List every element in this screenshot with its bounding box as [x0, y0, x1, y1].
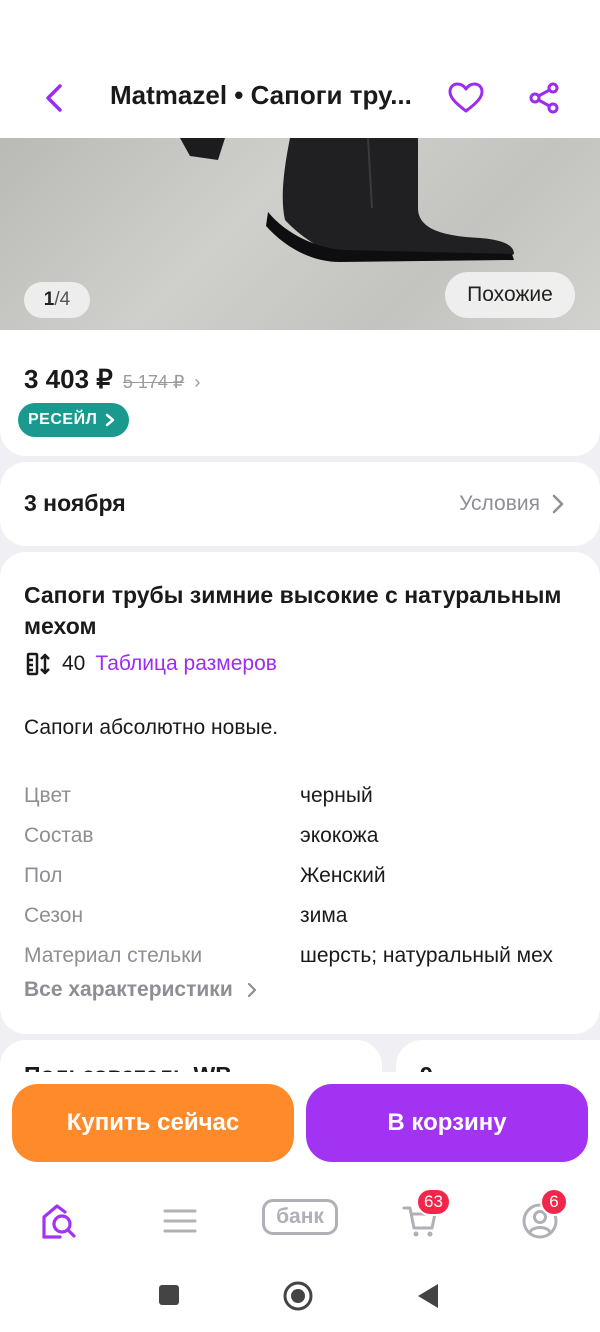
- delivery-terms-link[interactable]: Условия: [459, 492, 564, 516]
- delivery-terms-label: Условия: [459, 492, 540, 515]
- similar-button[interactable]: Похожие: [445, 272, 575, 318]
- page-title: Matmazel • Сапоги тру...: [110, 80, 412, 110]
- image-counter-total: 4: [59, 289, 71, 310]
- spec-row: Материал стельки шерсть; натуральный мех: [24, 936, 584, 976]
- image-counter: 1 / 4: [24, 282, 90, 318]
- cart-count-badge: 63: [416, 1188, 451, 1216]
- profile-notification-badge: 6: [540, 1188, 568, 1216]
- spec-value: экокожа: [300, 824, 379, 847]
- tab-bank[interactable]: банк: [262, 1199, 338, 1235]
- resale-label: РЕСЕЙЛ: [28, 411, 98, 428]
- top-app-bar: Matmazel • Сапоги тру...: [0, 58, 600, 138]
- home-search-icon: [42, 1204, 76, 1239]
- spec-key: Пол: [24, 864, 63, 887]
- image-counter-current: 1: [43, 289, 55, 310]
- status-bar: [0, 0, 600, 58]
- all-specs-label: Все характеристики: [24, 978, 233, 1001]
- spec-key: Состав: [24, 824, 94, 847]
- specs-list: Цвет черный Состав экокожа Пол Женский С…: [24, 776, 584, 976]
- spec-row: Сезон зима: [24, 896, 584, 936]
- recent-apps-icon[interactable]: [158, 1284, 180, 1306]
- chevron-right-icon: [247, 982, 256, 998]
- chevron-left-icon: [46, 84, 62, 112]
- spec-key: Сезон: [24, 904, 84, 927]
- bottom-tab-bar: банк 63 6: [0, 1176, 600, 1266]
- add-to-cart-button[interactable]: В корзину: [306, 1084, 588, 1162]
- spec-value: Женский: [300, 864, 386, 887]
- spec-value: черный: [300, 784, 373, 807]
- system-navigation-bar: [0, 1266, 600, 1332]
- tab-catalog[interactable]: [150, 1196, 210, 1246]
- size-icon: [26, 652, 50, 676]
- spec-row: Пол Женский: [24, 856, 584, 896]
- spec-row: Цвет черный: [24, 776, 584, 816]
- spec-value: шерсть; натуральный мех: [300, 944, 553, 967]
- size-value: 40: [62, 652, 86, 675]
- back-triangle-icon[interactable]: [416, 1282, 440, 1310]
- favorite-button[interactable]: [444, 76, 488, 120]
- buy-now-button[interactable]: Купить сейчас: [12, 1084, 294, 1162]
- product-info-card: Сапоги трубы зимние высокие с натуральны…: [0, 552, 600, 1034]
- product-description: Сапоги абсолютно новые.: [24, 716, 279, 739]
- spec-key: Цвет: [24, 784, 72, 807]
- delivery-card[interactable]: 3 ноября Условия: [0, 462, 600, 546]
- share-button[interactable]: [522, 76, 566, 120]
- all-specs-link[interactable]: Все характеристики: [24, 978, 257, 1002]
- size-table-link[interactable]: Таблица размеров: [95, 652, 277, 676]
- current-price: 3 403 ₽: [24, 364, 113, 394]
- menu-icon: [163, 1209, 197, 1233]
- size-row: 40 Таблица размеров: [26, 652, 277, 676]
- home-button-icon[interactable]: [282, 1280, 314, 1312]
- tab-home[interactable]: [30, 1196, 90, 1246]
- chevron-right-icon: [552, 494, 564, 514]
- resale-badge[interactable]: РЕСЕЙЛ: [18, 403, 130, 437]
- spec-value: зима: [300, 904, 348, 927]
- spec-key: Материал стельки: [24, 944, 203, 967]
- delivery-date: 3 ноября: [24, 490, 126, 516]
- spec-row: Состав экокожа: [24, 816, 584, 856]
- chevron-right-icon: ›: [194, 372, 201, 392]
- action-bar: Купить сейчас В корзину: [0, 1072, 600, 1176]
- heart-icon: [448, 82, 484, 113]
- back-button[interactable]: [32, 78, 76, 118]
- share-icon: [529, 82, 559, 114]
- price-row[interactable]: 3 403 ₽ 5 174 ₽ ›: [24, 364, 200, 395]
- product-name: Сапоги трубы зимние высокие с натуральны…: [24, 582, 562, 639]
- product-gallery[interactable]: 1 / 4 Похожие: [0, 138, 600, 342]
- chevron-right-icon: [106, 413, 115, 427]
- price-card: 3 403 ₽ 5 174 ₽ › РЕСЕЙЛ: [0, 330, 600, 456]
- old-price: 5 174 ₽: [122, 372, 185, 392]
